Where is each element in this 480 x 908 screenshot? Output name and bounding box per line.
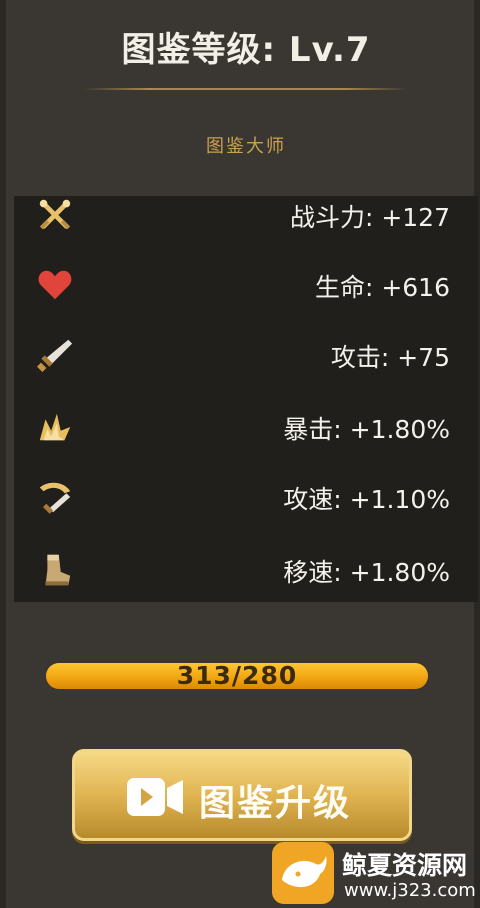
codex-rank-subtitle: 图鉴大师 [206,136,286,157]
progress-text: 313/280 [176,661,298,690]
stat-crit: 暴击: +1.80% [283,415,450,444]
stat-row-combat-power: 战斗力: +127 [14,190,478,240]
stat-row-attack: 攻击: +75 [14,330,478,380]
page-title: 图鉴等级: Lv.7 [121,30,371,70]
codex-upgrade-button[interactable]: 图鉴升级 [72,749,412,841]
stat-row-crit: 暴击: +1.80% [14,402,478,452]
boot-icon [45,554,71,586]
whale-logo-icon [272,842,334,904]
stat-row-move-speed: 移速: +1.80% [14,545,478,595]
video-camera-icon [127,778,183,816]
watermark-site-name: 鲸夏资源网 [342,851,468,880]
attack-speed-icon [39,482,71,514]
sword-icon [36,339,73,373]
codex-exp-progress-bar: 313/280 [46,663,428,689]
upgrade-button-label: 图鉴升级 [199,783,352,824]
crit-burst-icon [39,413,71,441]
stat-combat-power: 战斗力: +127 [289,203,450,232]
stat-hp: 生命: +616 [314,273,450,302]
site-watermark: 鲸夏资源网 www.j323.com [268,840,480,908]
stats-list [14,196,478,602]
stat-row-hp: 生命: +616 [14,260,478,310]
stat-row-attack-speed: 攻速: +1.10% [14,472,478,522]
stat-move-speed: 移速: +1.80% [283,558,450,587]
watermark-site-url: www.j323.com [344,880,476,901]
title-divider [84,88,408,90]
codex-panel: 图鉴等级: Lv.7 图鉴大师 战斗力: +127 生命: +616 攻击: +… [0,0,480,908]
crossed-swords-icon [39,199,71,230]
heart-icon [38,270,72,300]
stat-attack-speed: 攻速: +1.10% [283,485,450,514]
stat-attack: 攻击: +75 [330,343,450,372]
